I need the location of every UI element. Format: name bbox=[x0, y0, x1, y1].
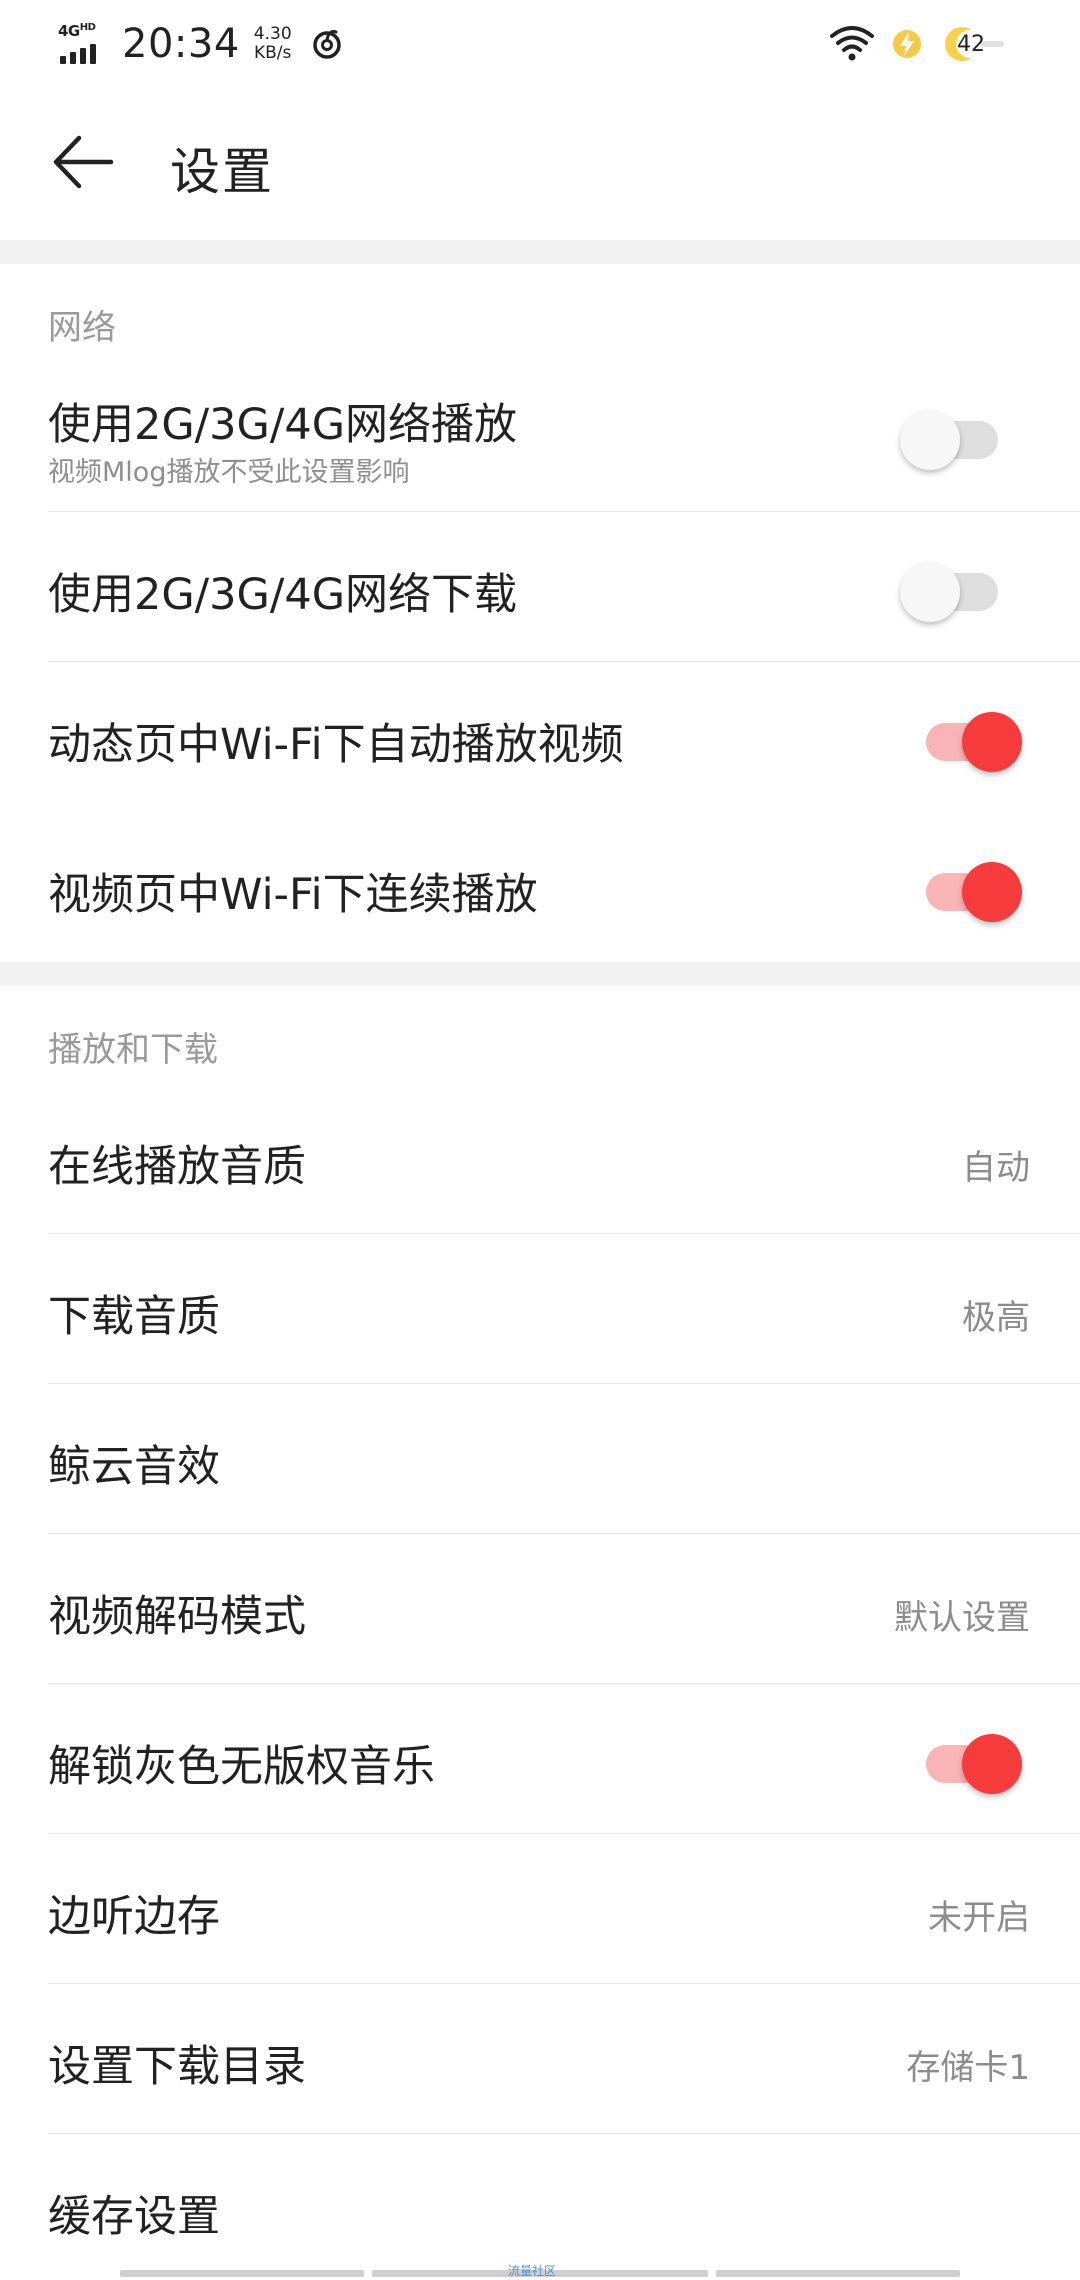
row-value: 默认设置 bbox=[894, 1598, 1030, 1638]
arrow-left-icon bbox=[53, 135, 114, 189]
row-label: 边听边存 bbox=[48, 1892, 220, 1942]
row-cache-settings[interactable]: 缓存设置 bbox=[0, 2134, 1080, 2280]
status-left: 4GHD 20:34 4.30 KB/s bbox=[58, 14, 344, 74]
row-label: 鲸云音效 bbox=[48, 1442, 220, 1492]
row-unlock-grey-music[interactable]: 解锁灰色无版权音乐 bbox=[0, 1684, 1080, 1834]
row-value: 存储卡1 bbox=[906, 2048, 1030, 2088]
row-value: 极高 bbox=[962, 1298, 1030, 1338]
row-label: 下载音质 bbox=[48, 1292, 220, 1342]
row-label: 设置下载目录 bbox=[48, 2042, 306, 2092]
back-button[interactable] bbox=[40, 122, 126, 202]
status-time: 20:34 bbox=[122, 21, 240, 67]
battery-level: 42 bbox=[957, 32, 985, 57]
row-sound-effect[interactable]: 鲸云音效 bbox=[0, 1384, 1080, 1534]
page-title: 设置 bbox=[170, 143, 274, 201]
row-mobile-download[interactable]: 使用2G/3G/4G网络下载 bbox=[0, 512, 1080, 662]
row-video-decode[interactable]: 视频解码模式 默认设置 bbox=[0, 1534, 1080, 1684]
toggle-wifi-autoplay[interactable] bbox=[912, 702, 1022, 772]
section-title-network: 网络 bbox=[48, 308, 116, 348]
row-label: 动态页中Wi-Fi下自动播放视频 bbox=[48, 720, 624, 770]
battery-icon: 42 bbox=[940, 24, 1010, 64]
row-sublabel: 视频Mlog播放不受此设置影响 bbox=[48, 457, 410, 488]
toggle-wifi-continuous[interactable] bbox=[912, 852, 1022, 922]
status-bar: 4GHD 20:34 4.30 KB/s 42 bbox=[0, 0, 1080, 84]
toggle-mobile-download[interactable] bbox=[900, 552, 1010, 622]
section-title-playback: 播放和下载 bbox=[48, 1030, 218, 1070]
row-label: 视频页中Wi-Fi下连续播放 bbox=[48, 870, 538, 920]
watermark-text: 流量社区 bbox=[508, 2264, 557, 2278]
section-divider bbox=[0, 962, 1080, 986]
app-header: 设置 bbox=[0, 84, 1080, 240]
section-divider bbox=[0, 240, 1080, 264]
network-type: 4GHD bbox=[58, 22, 96, 40]
wifi-icon bbox=[830, 26, 874, 61]
row-wifi-autoplay[interactable]: 动态页中Wi-Fi下自动播放视频 bbox=[0, 662, 1080, 812]
netease-music-icon bbox=[312, 29, 341, 59]
row-label: 视频解码模式 bbox=[48, 1592, 306, 1642]
row-online-quality[interactable]: 在线播放音质 自动 bbox=[0, 1084, 1080, 1234]
row-value: 自动 bbox=[962, 1148, 1030, 1188]
network-speed: 4.30 KB/s bbox=[254, 25, 292, 63]
row-download-directory[interactable]: 设置下载目录 存储卡1 bbox=[0, 1984, 1080, 2134]
row-download-quality[interactable]: 下载音质 极高 bbox=[0, 1234, 1080, 1384]
row-label: 使用2G/3G/4G网络下载 bbox=[48, 570, 518, 620]
charging-icon bbox=[893, 30, 921, 58]
row-value: 未开启 bbox=[928, 1898, 1030, 1938]
speed-unit: KB/s bbox=[254, 43, 292, 63]
row-mobile-play[interactable]: 使用2G/3G/4G网络播放 视频Mlog播放不受此设置影响 bbox=[0, 362, 1080, 512]
status-right: 42 bbox=[830, 16, 1010, 72]
row-wifi-continuous[interactable]: 视频页中Wi-Fi下连续播放 bbox=[0, 812, 1080, 962]
signal-icon: 4GHD bbox=[58, 22, 108, 66]
row-label: 解锁灰色无版权音乐 bbox=[48, 1742, 435, 1792]
row-label: 使用2G/3G/4G网络播放 bbox=[48, 400, 518, 450]
row-label: 在线播放音质 bbox=[48, 1142, 306, 1192]
row-label: 缓存设置 bbox=[48, 2192, 220, 2242]
toggle-mobile-play[interactable] bbox=[900, 400, 1010, 470]
toggle-unlock-grey-music[interactable] bbox=[912, 1724, 1022, 1794]
speed-value: 4.30 bbox=[253, 24, 292, 44]
row-listen-and-save[interactable]: 边听边存 未开启 bbox=[0, 1834, 1080, 1984]
